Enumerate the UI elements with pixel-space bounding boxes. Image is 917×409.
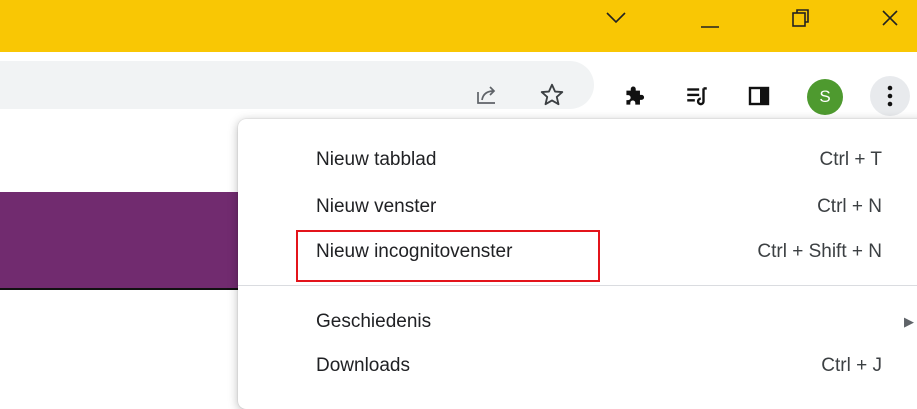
menu-item-shortcut: Ctrl + J [821,355,882,376]
profile-avatar[interactable]: S [807,79,843,115]
side-panel-icon[interactable] [742,79,776,113]
chevron-down-icon[interactable] [596,0,636,36]
page-banner [0,192,260,288]
extensions-icon[interactable] [617,79,651,113]
menu-item-label: Geschiedenis [316,311,432,332]
star-icon[interactable] [535,79,569,111]
menu-separator [238,285,917,286]
close-icon[interactable] [870,0,910,36]
restore-icon[interactable] [778,0,822,36]
share-icon[interactable] [471,79,503,111]
menu-item-downloads[interactable]: Downloads Ctrl + J [238,344,917,388]
chrome-menu: Nieuw tabblad Ctrl + T Nieuw venster Ctr… [238,119,917,409]
menu-item-label: Nieuw tabblad [316,149,437,170]
menu-item-history[interactable]: Geschiedenis ▶ [238,300,917,344]
address-bar[interactable] [0,61,594,109]
minimize-icon[interactable] [688,0,732,36]
menu-item-new-incognito-window[interactable]: Nieuw incognitovenster Ctrl + Shift + N [238,230,917,274]
kebab-menu-icon[interactable] [870,76,910,116]
menu-item-new-tab[interactable]: Nieuw tabblad Ctrl + T [238,138,917,182]
menu-item-shortcut: Ctrl + Shift + N [757,241,882,262]
menu-item-label: Downloads [316,355,410,376]
submenu-arrow-icon: ▶ [904,314,914,329]
menu-item-label: Nieuw incognitovenster [316,241,513,262]
menu-item-shortcut: Ctrl + T [819,149,882,170]
title-bar [0,0,917,52]
menu-item-label: Nieuw venster [316,196,437,217]
menu-item-new-window[interactable]: Nieuw venster Ctrl + N [238,185,917,229]
page-divider [0,288,260,290]
menu-item-shortcut: Ctrl + N [817,196,882,217]
reading-list-icon[interactable] [680,79,714,113]
